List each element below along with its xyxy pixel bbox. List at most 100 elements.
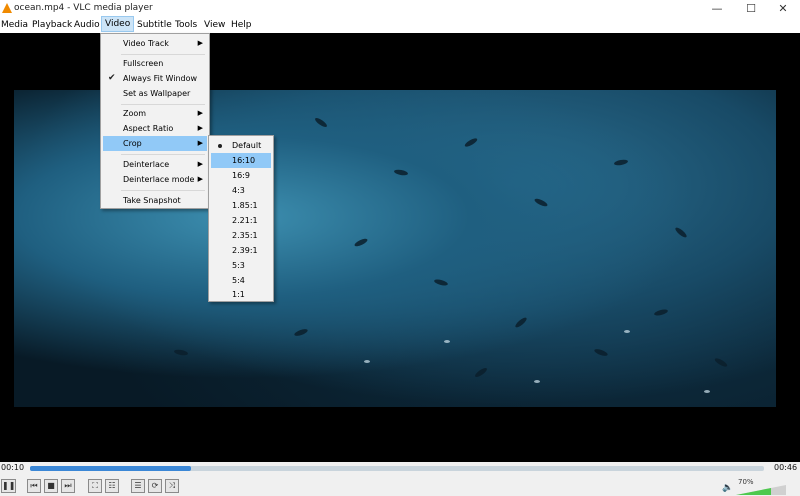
menu-video[interactable]: Video: [101, 16, 135, 32]
video-fish: [514, 316, 528, 329]
crop-option-2-39-1[interactable]: 2.39:1: [211, 243, 271, 258]
fullscreen-button[interactable]: ⛶: [88, 479, 102, 493]
menu-item-label: Always Fit Window: [123, 74, 198, 83]
menu-separator: [121, 154, 205, 155]
checkmark-icon: ✔: [108, 73, 116, 83]
menu-item-video-track[interactable]: Video Track ▶: [103, 36, 207, 51]
menu-bar: Media Playback Audio Video Subtitle Tool…: [0, 16, 800, 33]
crop-option-default[interactable]: Default: [211, 138, 271, 153]
close-button[interactable]: ✕: [766, 0, 800, 17]
seek-slider[interactable]: [30, 466, 764, 471]
crop-option-16-9[interactable]: 16:9: [211, 168, 271, 183]
menu-item-take-snapshot[interactable]: Take Snapshot: [103, 193, 207, 208]
vlc-cone-icon: [2, 3, 12, 13]
menu-item-zoom[interactable]: Zoom ▶: [103, 106, 207, 121]
menu-item-deinterlace-mode[interactable]: Deinterlace mode ▶: [103, 172, 207, 187]
submenu-arrow-icon: ▶: [197, 175, 203, 183]
menu-audio[interactable]: Audio: [71, 17, 103, 33]
seek-progress-fill: [30, 466, 192, 471]
crop-option-label: Default: [232, 141, 262, 150]
submenu-arrow-icon: ▶: [197, 139, 203, 147]
crop-option-label: 4:3: [232, 186, 245, 195]
crop-option-16-10[interactable]: 16:10: [211, 153, 271, 168]
submenu-arrow-icon: ▶: [197, 39, 203, 47]
video-fish: [313, 116, 329, 129]
menu-playback[interactable]: Playback: [29, 17, 75, 33]
menu-item-fullscreen[interactable]: Fullscreen: [103, 56, 207, 71]
menu-separator: [121, 104, 205, 105]
video-fish: [613, 158, 629, 167]
menu-item-label: Deinterlace: [123, 160, 170, 169]
title-bar: ocean.mp4 - VLC media player — ☐ ✕: [0, 0, 800, 17]
crop-option-5-4[interactable]: 5:4: [211, 273, 271, 288]
video-fish: [473, 366, 489, 379]
menu-tools[interactable]: Tools: [172, 17, 200, 33]
video-fish: [534, 380, 540, 383]
crop-option-1-1[interactable]: 1:1: [211, 288, 271, 301]
extended-settings-button[interactable]: ☷: [105, 479, 119, 493]
video-fish: [653, 308, 669, 317]
pause-button[interactable]: ❚❚: [1, 479, 16, 493]
elapsed-time: 00:10: [1, 463, 25, 472]
crop-option-2-35-1[interactable]: 2.35:1: [211, 228, 271, 243]
menu-help[interactable]: Help: [228, 17, 255, 33]
video-fish: [433, 278, 449, 287]
video-fish: [533, 197, 549, 208]
playlist-icon: ☰: [134, 481, 142, 490]
crop-submenu: Default 16:10 16:9 4:3 1.85:1 2.21:1 2.3…: [208, 135, 274, 302]
crop-option-5-3[interactable]: 5:3: [211, 258, 271, 273]
crop-option-label: 16:10: [232, 156, 256, 165]
video-fish: [674, 226, 688, 239]
playlist-button[interactable]: ☰: [131, 479, 145, 493]
pause-icon: ❚❚: [2, 481, 16, 490]
fullscreen-icon: ⛶: [92, 481, 98, 490]
video-fish: [713, 356, 729, 369]
shuffle-button[interactable]: ⤨: [165, 479, 179, 493]
menu-item-always-fit-window[interactable]: ✔ Always Fit Window: [103, 71, 207, 86]
menu-item-label: Crop: [123, 139, 142, 148]
crop-option-2-21-1[interactable]: 2.21:1: [211, 213, 271, 228]
equalizer-icon: ☷: [108, 481, 116, 490]
previous-button[interactable]: ⏮: [27, 479, 41, 493]
speaker-icon[interactable]: 🔈: [722, 483, 733, 493]
menu-item-crop[interactable]: Crop ▶: [103, 136, 207, 151]
menu-item-label: Take Snapshot: [123, 196, 181, 205]
control-bar: ❚❚ ⏮ ■ ⏭ ⛶ ☷ ☰ ⟳ ⤨: [0, 476, 800, 496]
next-button[interactable]: ⏭: [61, 479, 75, 493]
shuffle-icon: ⤨: [168, 481, 176, 490]
menu-item-label: Set as Wallpaper: [123, 89, 191, 98]
submenu-arrow-icon: ▶: [197, 160, 203, 168]
crop-option-label: 1.85:1: [232, 201, 258, 210]
menu-item-label: Zoom: [123, 109, 147, 118]
video-fish: [173, 348, 189, 357]
radio-bullet-icon: [218, 144, 222, 148]
crop-option-label: 5:4: [232, 276, 245, 285]
video-fish: [293, 327, 309, 338]
crop-option-1-85-1[interactable]: 1.85:1: [211, 198, 271, 213]
video-fish: [704, 390, 710, 393]
loop-button[interactable]: ⟳: [148, 479, 162, 493]
menu-item-label: Deinterlace mode: [123, 175, 195, 184]
video-menu: Video Track ▶ Fullscreen ✔ Always Fit Wi…: [100, 33, 210, 209]
menu-item-label: Aspect Ratio: [123, 124, 174, 133]
previous-icon: ⏮: [30, 481, 38, 490]
maximize-button[interactable]: ☐: [734, 0, 768, 17]
menu-item-deinterlace[interactable]: Deinterlace ▶: [103, 157, 207, 172]
menu-item-aspect-ratio[interactable]: Aspect Ratio ▶: [103, 121, 207, 136]
crop-option-label: 2.35:1: [232, 231, 258, 240]
minimize-button[interactable]: —: [700, 0, 734, 17]
video-fish: [444, 340, 450, 343]
stop-button[interactable]: ■: [44, 479, 58, 493]
video-fish: [463, 136, 479, 149]
volume-level-fill: [736, 485, 771, 495]
menu-media[interactable]: Media: [0, 17, 31, 33]
crop-option-4-3[interactable]: 4:3: [211, 183, 271, 198]
menu-item-set-as-wallpaper[interactable]: Set as Wallpaper: [103, 86, 207, 101]
menu-item-label: Fullscreen: [123, 59, 164, 68]
menu-subtitle[interactable]: Subtitle: [134, 17, 175, 33]
video-fish: [364, 360, 370, 363]
menu-view[interactable]: View: [201, 17, 228, 33]
crop-option-label: 2.21:1: [232, 216, 258, 225]
crop-option-label: 16:9: [232, 171, 250, 180]
next-icon: ⏭: [64, 481, 72, 490]
